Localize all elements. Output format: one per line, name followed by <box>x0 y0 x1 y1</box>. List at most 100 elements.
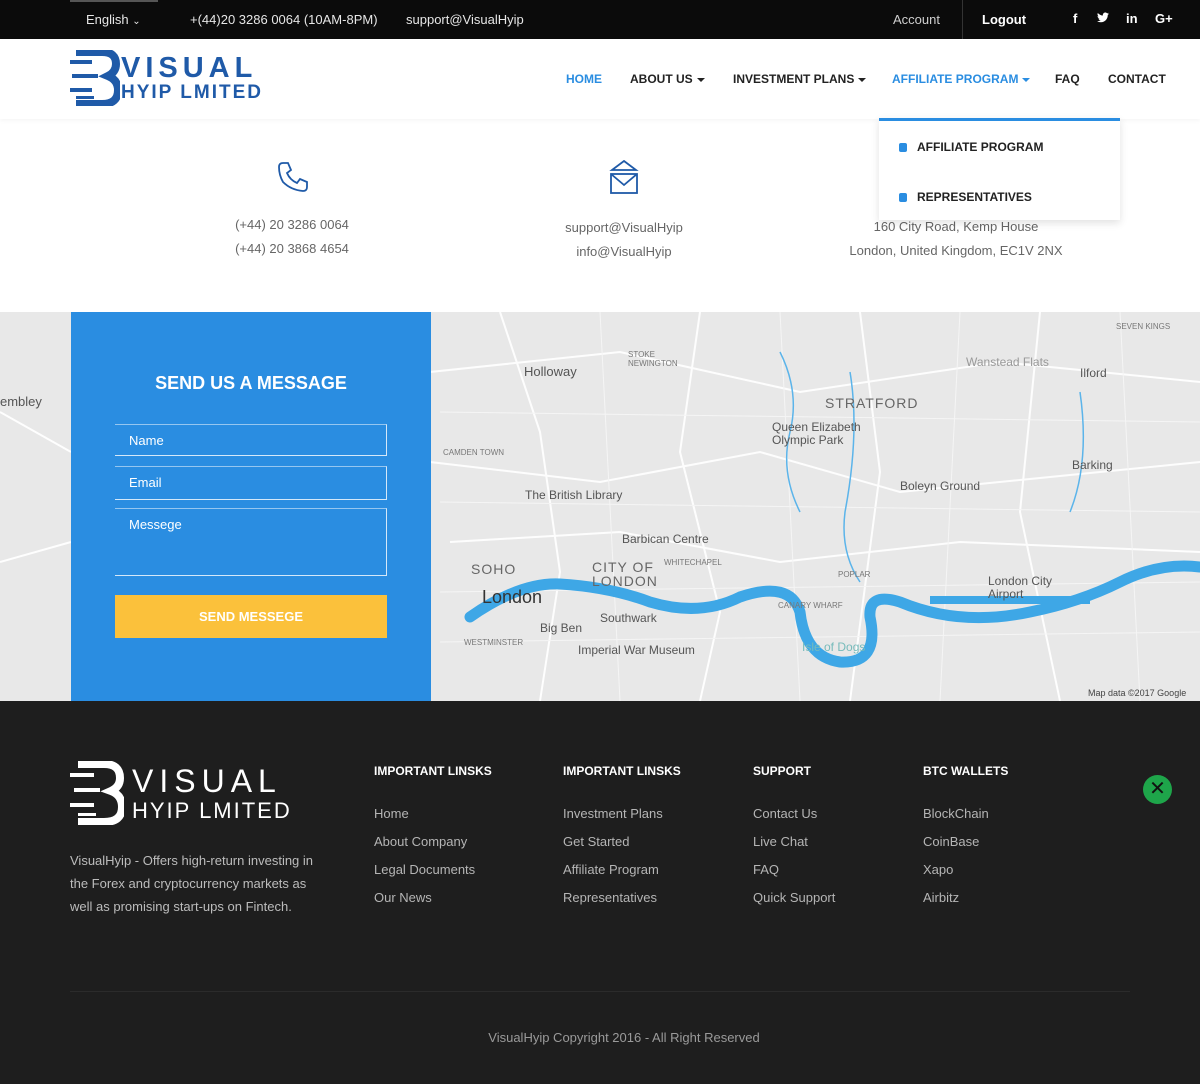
dropdown-item-label: AFFILIATE PROGRAM <box>917 140 1044 154</box>
map-label-seven-kings: SEVEN KINGS <box>1116 322 1171 331</box>
footer-link-blockchain[interactable]: BlockChain <box>923 806 989 821</box>
map-label-stoke-newington: STOKE NEWINGTON <box>628 350 678 368</box>
close-icon[interactable]: ✕ <box>1143 775 1172 804</box>
topbar-email[interactable]: support@VisualHyip <box>406 12 524 27</box>
google-plus-icon[interactable]: G+ <box>1155 11 1173 26</box>
footer-link-investment-plans[interactable]: Investment Plans <box>563 806 663 821</box>
footer-link-contact-us[interactable]: Contact Us <box>753 806 817 821</box>
contact-phone-1: (+44) 20 3286 0064 <box>235 217 349 232</box>
language-label: English <box>86 12 129 27</box>
caret-down-icon <box>1022 77 1031 82</box>
map-label-westminster: WESTMINSTER <box>464 638 524 647</box>
map-label-boleyn-ground: Boleyn Ground <box>900 479 981 493</box>
nav-contact[interactable]: CONTACT <box>1108 72 1166 86</box>
map-label-imperial-war-museum: Imperial War Museum <box>578 643 695 657</box>
topbar-phone: +(44)20 3286 0064 (10AM-8PM) <box>190 12 378 27</box>
map-label-big-ben: Big Ben <box>540 621 583 635</box>
contact-address-2: London, United Kingdom, EC1V 2NX <box>849 243 1063 258</box>
language-selector[interactable]: English ⌄ <box>86 12 141 27</box>
map-label-barbican: Barbican Centre <box>622 532 709 546</box>
footer-copyright: VisualHyip Copyright 2016 - All Right Re… <box>488 1030 760 1045</box>
brand-name-line1: VISUAL <box>121 52 258 84</box>
footer-col2-heading: IMPORTANT LINSKS <box>563 764 681 778</box>
map-label-whitechapel: WHITECHAPEL <box>664 558 722 567</box>
map-label-olympic-park: Queen Elizabeth Olympic Park <box>772 420 861 447</box>
account-link[interactable]: Account <box>893 12 940 27</box>
nav-faq[interactable]: FAQ <box>1055 72 1080 86</box>
nav-about-us[interactable]: ABOUT US <box>630 72 705 86</box>
footer-description: VisualHyip - Offers high-return investin… <box>70 853 314 914</box>
footer-link-our-news[interactable]: Our News <box>374 890 432 905</box>
form-title: SEND US A MESSAGE <box>155 373 347 393</box>
footer-link-live-chat[interactable]: Live Chat <box>753 834 808 849</box>
contact-address-1: 160 City Road, Kemp House <box>873 219 1039 234</box>
dropdown-item-affiliate-program[interactable]: AFFILIATE PROGRAM <box>899 140 1043 154</box>
map-label-canary-wharf: CANARY WHARF <box>778 601 843 610</box>
send-message-button[interactable]: SEND MESSEGE <box>115 595 387 638</box>
footer-divider <box>70 991 1130 992</box>
top-bar: English ⌄ +(44)20 3286 0064 (10AM-8PM) s… <box>0 0 1200 39</box>
chevron-down-icon: ⌄ <box>132 16 141 27</box>
nav-investment-plans[interactable]: INVESTMENT PLANS <box>733 72 867 86</box>
contact-email-2[interactable]: info@VisualHyip <box>524 244 724 259</box>
nav-affiliate-program[interactable]: AFFILIATE PROGRAM <box>892 72 1031 86</box>
footer-link-affiliate-program[interactable]: Affiliate Program <box>563 862 659 877</box>
affiliate-dropdown-menu: AFFILIATE PROGRAM REPRESENTATIVES <box>879 118 1120 220</box>
nav-about-label: ABOUT US <box>630 72 693 86</box>
topbar-divider <box>962 0 963 39</box>
footer-link-get-started[interactable]: Get Started <box>563 834 629 849</box>
map-copyright: Map data ©2017 Google <box>1088 688 1187 698</box>
name-input[interactable]: Name <box>115 424 387 456</box>
dropdown-item-label: REPRESENTATIVES <box>917 190 1032 204</box>
footer-col1-heading: IMPORTANT LINSKS <box>374 764 492 778</box>
brand-name-line2: HYIP LMITED <box>121 82 263 103</box>
message-textarea[interactable]: Messege <box>115 508 387 576</box>
footer-link-coinbase[interactable]: CoinBase <box>923 834 979 849</box>
map-label-wanstead-flats: Wanstead Flats <box>966 355 1049 369</box>
map-label-british-library: The British Library <box>525 488 623 502</box>
footer-link-quick-support[interactable]: Quick Support <box>753 890 835 905</box>
map-label-soho: SOHO <box>471 561 517 577</box>
footer-link-airbitz[interactable]: Airbitz <box>923 890 959 905</box>
nav-affiliate-label: AFFILIATE PROGRAM <box>892 72 1019 86</box>
footer-link-legal-documents[interactable]: Legal Documents <box>374 862 475 877</box>
map-label-stratford: STRATFORD <box>825 395 919 411</box>
contact-phone-2: (+44) 20 3868 4654 <box>235 241 349 256</box>
map-label-london: London <box>482 587 543 607</box>
map-label-southwark: Southwark <box>600 611 657 625</box>
language-underline <box>70 0 158 2</box>
footer-link-home[interactable]: Home <box>374 806 409 821</box>
map-label-wembley: embley <box>0 394 42 409</box>
logout-link[interactable]: Logout <box>982 12 1026 27</box>
map-label-isle-of-dogs: Isle of Dogs <box>802 640 866 654</box>
facebook-icon[interactable]: f <box>1073 11 1077 26</box>
site-footer: VISUAL HYIP LMITED VisualHyip - Offers h… <box>0 701 1200 1084</box>
linkedin-icon[interactable]: in <box>1126 11 1138 26</box>
dropdown-item-representatives[interactable]: REPRESENTATIVES <box>899 190 1032 204</box>
shield-icon <box>899 193 907 203</box>
map-label-poplar: POPLAR <box>838 570 871 579</box>
footer-link-about-company[interactable]: About Company <box>374 834 467 849</box>
map-label-ilford: Ilford <box>1080 366 1107 380</box>
map-label-city-airport: London City Airport <box>988 574 1053 601</box>
email-icon <box>608 159 640 201</box>
map-label-camden: CAMDEN TOWN <box>443 448 505 457</box>
caret-down-icon <box>858 77 867 82</box>
footer-brand-line1: VISUAL <box>132 763 282 799</box>
contact-email-1[interactable]: support@VisualHyip <box>524 220 724 235</box>
nav-plans-label: INVESTMENT PLANS <box>733 72 855 86</box>
map-label-city-of-london: CITY OF LONDON <box>592 559 658 589</box>
footer-col3-heading: SUPPORT <box>753 764 812 778</box>
twitter-icon[interactable] <box>1097 11 1109 26</box>
shield-icon <box>899 143 907 153</box>
footer-link-representatives[interactable]: Representatives <box>563 890 657 905</box>
email-input[interactable]: Email <box>115 466 387 500</box>
map-label-barking: Barking <box>1072 458 1113 472</box>
phone-icon <box>276 160 310 199</box>
footer-link-faq[interactable]: FAQ <box>753 862 779 877</box>
footer-link-xapo[interactable]: Xapo <box>923 862 953 877</box>
footer-brand-line2: HYIP LMITED <box>132 798 292 823</box>
footer-col4-heading: BTC WALLETS <box>923 764 1009 778</box>
nav-home[interactable]: HOME <box>566 72 602 86</box>
logo-mark-icon <box>70 48 123 108</box>
